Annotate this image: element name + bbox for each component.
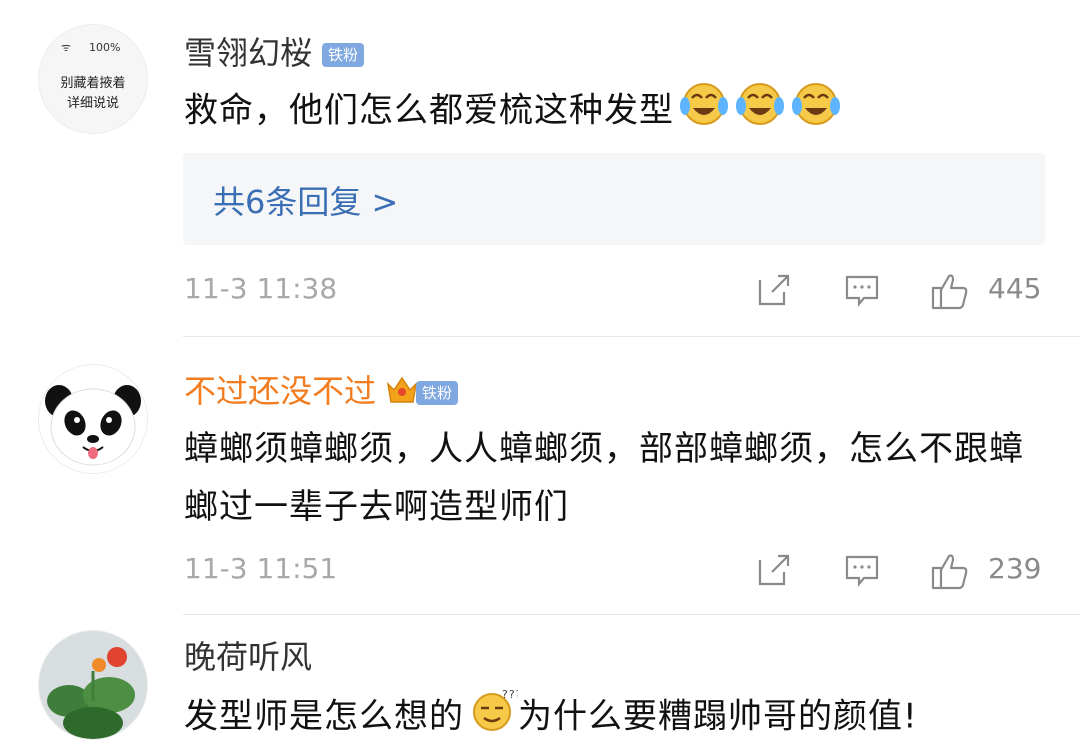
timestamp: 11-3 11:51 <box>184 552 338 585</box>
avatar[interactable] <box>38 364 148 474</box>
laughing-crying-emoji <box>734 80 786 144</box>
like-count: 445 <box>988 272 1042 305</box>
plant-avatar-image <box>39 631 147 739</box>
comment-icon[interactable] <box>844 272 880 312</box>
avatar-status: 100% <box>89 41 120 54</box>
fan-badge[interactable]: 铁粉 <box>322 43 365 67</box>
comment-text-part: 发型师是怎么想的 <box>184 696 464 737</box>
comment-icon[interactable] <box>844 552 880 592</box>
confused-emoji: ??? <box>468 686 522 750</box>
comment-text: 发型师是怎么想的 ??? 为什么要糟蹋帅哥的颜值! <box>184 686 1044 750</box>
username-text[interactable]: 晚荷听风 <box>184 638 312 676</box>
comment-meta: 11-3 11:38 445 <box>0 268 1080 318</box>
timestamp: 11-3 11:38 <box>184 272 338 305</box>
like-icon[interactable] <box>930 272 970 314</box>
share-icon[interactable] <box>756 552 792 592</box>
avatar[interactable]: ᯤ 100% 别藏着掖着 详细说说 <box>38 24 148 134</box>
avatar-line2: 详细说说 <box>67 96 119 111</box>
comment-text: 蟑螂须蟑螂须，人人蟑螂须，部部蟑螂须，怎么不跟蟑螂过一辈子去啊造型师们 <box>184 429 1024 527</box>
divider <box>183 336 1080 337</box>
avatar-line1: 别藏着掖着 <box>60 75 125 91</box>
username[interactable]: 晚荷听风 <box>184 632 312 678</box>
comment-text-body: 救命，他们怎么都爱梳这种发型 <box>184 90 674 131</box>
comment-meta: 11-3 11:51 239 <box>0 548 1080 598</box>
comment-text-part: 为什么要糟蹋帅哥的颜值! <box>518 696 918 737</box>
wifi-icon: ᯤ <box>61 41 71 54</box>
like-count: 239 <box>988 552 1042 585</box>
comment-text: 救命，他们怎么都爱梳这种发型 <box>184 80 1044 144</box>
view-replies-link[interactable]: 共6条回复 > <box>213 177 398 223</box>
divider <box>183 614 1080 615</box>
share-icon[interactable] <box>756 272 792 312</box>
avatar-image: ᯤ 100% 别藏着掖着 详细说说 <box>39 25 147 133</box>
laughing-crying-emoji <box>678 80 730 144</box>
username-text[interactable]: 雪翎幻桜 <box>184 34 312 72</box>
svg-text:???: ??? <box>502 688 518 701</box>
laughing-crying-emoji <box>790 80 842 144</box>
replies-box[interactable]: 共6条回复 > <box>183 153 1045 245</box>
username[interactable]: 不过还没不过 铁粉 <box>184 366 459 414</box>
fan-badge[interactable]: 铁粉 <box>416 381 459 405</box>
username[interactable]: 雪翎幻桜 铁粉 <box>184 28 365 74</box>
crown-icon <box>384 372 420 414</box>
username-text[interactable]: 不过还没不过 <box>184 372 376 410</box>
avatar[interactable] <box>38 630 148 740</box>
panda-avatar-image <box>39 365 147 473</box>
like-icon[interactable] <box>930 552 970 594</box>
